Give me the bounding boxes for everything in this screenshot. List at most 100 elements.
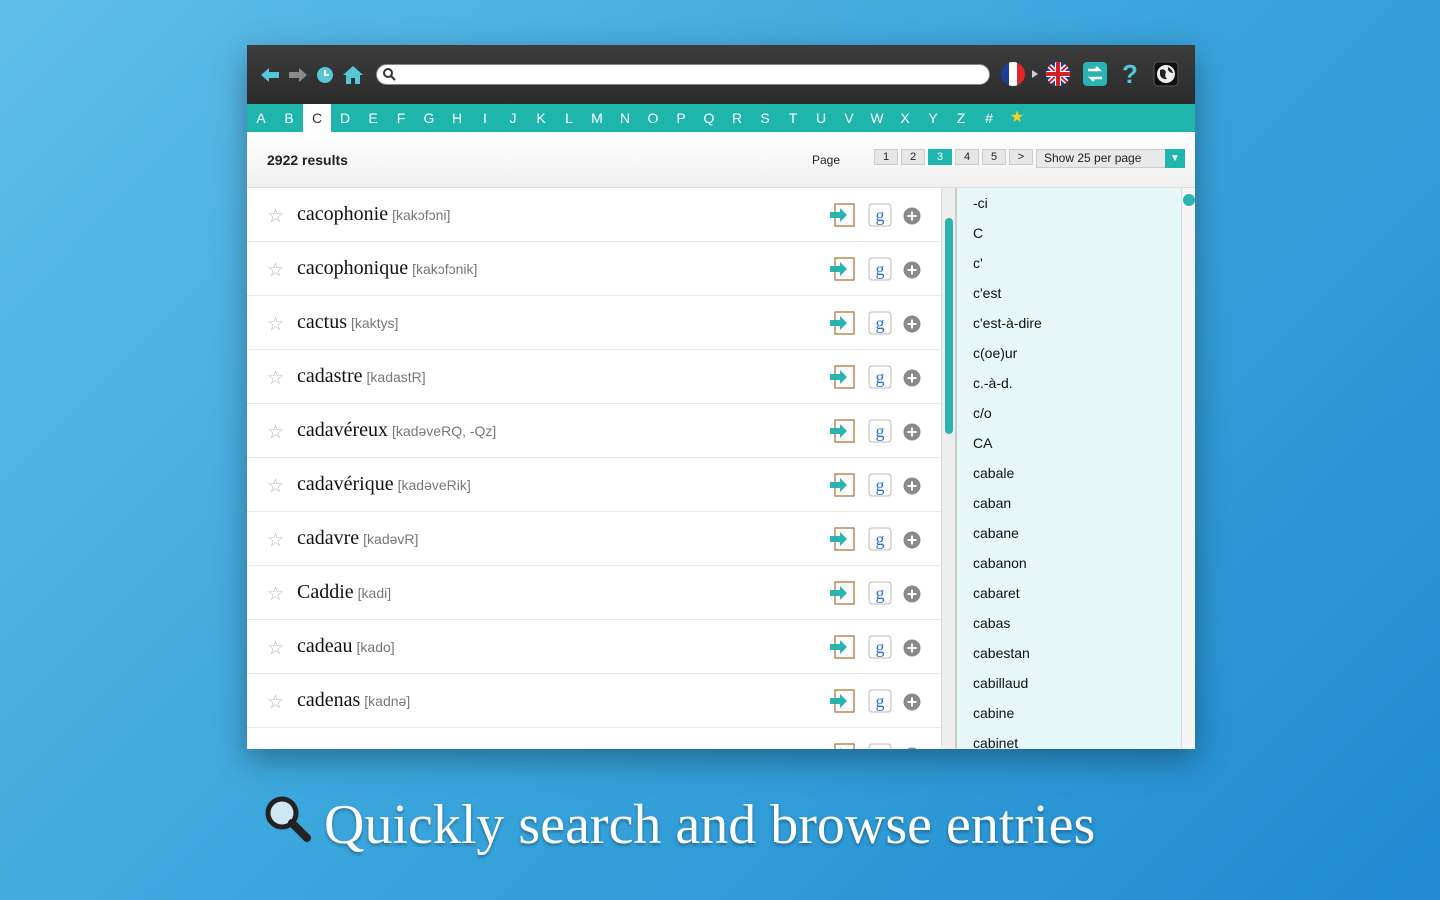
sidebar-item[interactable]: cabale bbox=[957, 458, 1181, 488]
add-icon[interactable] bbox=[903, 207, 921, 230]
page-button[interactable]: > bbox=[1009, 149, 1033, 165]
scrollbar-thumb[interactable] bbox=[945, 218, 953, 434]
swap-icon[interactable] bbox=[1081, 60, 1109, 88]
letter-tab[interactable]: Q bbox=[695, 104, 723, 132]
google-search-icon[interactable]: g bbox=[868, 257, 892, 286]
forward-arrow-icon[interactable] bbox=[287, 64, 309, 86]
open-entry-icon[interactable] bbox=[829, 527, 855, 556]
history-icon[interactable] bbox=[314, 64, 336, 86]
letter-tab[interactable]: S bbox=[751, 104, 779, 132]
open-entry-icon[interactable] bbox=[829, 689, 855, 718]
star-icon[interactable]: ☆ bbox=[267, 691, 284, 714]
chevron-down-icon[interactable]: ▼ bbox=[1165, 149, 1185, 168]
entry-list-scrollbar[interactable] bbox=[941, 188, 955, 749]
google-search-icon[interactable]: g bbox=[868, 635, 892, 664]
letter-tab[interactable]: Z bbox=[947, 104, 975, 132]
open-entry-icon[interactable] bbox=[829, 203, 855, 232]
open-entry-icon[interactable] bbox=[829, 311, 855, 340]
star-icon[interactable]: ☆ bbox=[267, 421, 284, 444]
french-flag-icon[interactable] bbox=[999, 60, 1027, 88]
open-entry-icon[interactable] bbox=[829, 257, 855, 286]
add-icon[interactable] bbox=[903, 747, 921, 749]
google-search-icon[interactable]: g bbox=[868, 743, 892, 749]
sidebar-item[interactable]: caban bbox=[957, 488, 1181, 518]
page-button[interactable]: 4 bbox=[955, 149, 979, 165]
sidebar-item[interactable]: cabine bbox=[957, 698, 1181, 728]
search-input[interactable] bbox=[401, 66, 981, 83]
letter-tab[interactable]: M bbox=[583, 104, 611, 132]
sidebar-item[interactable]: c(oe)ur bbox=[957, 338, 1181, 368]
sidebar-item[interactable]: cabestan bbox=[957, 638, 1181, 668]
add-icon[interactable] bbox=[903, 531, 921, 554]
star-icon[interactable]: ☆ bbox=[267, 529, 284, 552]
star-icon[interactable]: ☆ bbox=[267, 637, 284, 660]
google-search-icon[interactable]: g bbox=[868, 311, 892, 340]
sidebar-item[interactable]: c' bbox=[957, 248, 1181, 278]
letter-tab[interactable]: I bbox=[471, 104, 499, 132]
star-icon[interactable]: ☆ bbox=[267, 205, 284, 228]
letter-tab[interactable]: J bbox=[499, 104, 527, 132]
list-item[interactable]: ☆ cactus [kaktys] g bbox=[247, 296, 941, 350]
add-icon[interactable] bbox=[903, 315, 921, 338]
star-icon[interactable]: ☆ bbox=[267, 367, 284, 390]
list-item[interactable]: ☆ cadavérique [kadəveRik] g bbox=[247, 458, 941, 512]
per-page-select[interactable]: Show 25 per page ▼ bbox=[1036, 149, 1185, 168]
page-button[interactable]: 2 bbox=[901, 149, 925, 165]
help-icon[interactable]: ? bbox=[1117, 59, 1143, 89]
letter-tab[interactable]: F bbox=[387, 104, 415, 132]
sidebar-item[interactable]: c'est bbox=[957, 278, 1181, 308]
back-arrow-icon[interactable] bbox=[259, 64, 281, 86]
add-icon[interactable] bbox=[903, 585, 921, 608]
letter-tab[interactable]: T bbox=[779, 104, 807, 132]
sidebar-item[interactable]: CA bbox=[957, 428, 1181, 458]
star-icon[interactable]: ☆ bbox=[267, 745, 284, 749]
open-entry-icon[interactable] bbox=[829, 365, 855, 394]
favorites-star-icon[interactable]: ★ bbox=[1003, 104, 1031, 132]
list-item[interactable]: ☆ cadastre [kadastR] g bbox=[247, 350, 941, 404]
letter-tab[interactable]: W bbox=[863, 104, 891, 132]
letter-tab[interactable]: X bbox=[891, 104, 919, 132]
star-icon[interactable]: ☆ bbox=[267, 583, 284, 606]
page-button[interactable]: 1 bbox=[874, 149, 898, 165]
page-button[interactable]: 5 bbox=[982, 149, 1006, 165]
letter-tab[interactable]: G bbox=[415, 104, 443, 132]
list-item[interactable]: ☆ cadavre [kadəvR] g bbox=[247, 512, 941, 566]
sidebar-item[interactable]: cabaret bbox=[957, 578, 1181, 608]
google-search-icon[interactable]: g bbox=[868, 473, 892, 502]
add-icon[interactable] bbox=[903, 261, 921, 284]
sidebar-item[interactable]: C bbox=[957, 218, 1181, 248]
star-icon[interactable]: ☆ bbox=[267, 313, 284, 336]
list-item[interactable]: ☆ cadavéreux [kadəveRQ, -Qz] g bbox=[247, 404, 941, 458]
sidebar-item[interactable]: c/o bbox=[957, 398, 1181, 428]
letter-tab[interactable]: N bbox=[611, 104, 639, 132]
google-search-icon[interactable]: g bbox=[868, 419, 892, 448]
letter-tab[interactable]: L bbox=[555, 104, 583, 132]
sidebar-item[interactable]: cabanon bbox=[957, 548, 1181, 578]
list-item[interactable]: ☆ cadenas [kadnə] g bbox=[247, 674, 941, 728]
sidebar-item[interactable]: c.-à-d. bbox=[957, 368, 1181, 398]
add-icon[interactable] bbox=[903, 639, 921, 662]
sidebar-item[interactable]: c'est-à-dire bbox=[957, 308, 1181, 338]
letter-tab[interactable]: B bbox=[275, 104, 303, 132]
scrollbar-thumb[interactable] bbox=[1183, 194, 1195, 206]
letter-tab[interactable]: Y bbox=[919, 104, 947, 132]
sidebar-item[interactable]: -ci bbox=[957, 188, 1181, 218]
add-icon[interactable] bbox=[903, 423, 921, 446]
open-entry-icon[interactable] bbox=[829, 581, 855, 610]
letter-tab[interactable]: E bbox=[359, 104, 387, 132]
google-search-icon[interactable]: g bbox=[868, 581, 892, 610]
google-search-icon[interactable]: g bbox=[868, 365, 892, 394]
google-search-icon[interactable]: g bbox=[868, 527, 892, 556]
letter-tab[interactable]: D bbox=[331, 104, 359, 132]
home-icon[interactable] bbox=[342, 64, 364, 86]
letter-tab[interactable]: O bbox=[639, 104, 667, 132]
letter-tab[interactable]: R bbox=[723, 104, 751, 132]
google-search-icon[interactable]: g bbox=[868, 689, 892, 718]
open-entry-icon[interactable] bbox=[829, 743, 855, 749]
star-icon[interactable]: ☆ bbox=[267, 259, 284, 282]
list-item[interactable]: ☆ Caddie [kadi] g bbox=[247, 566, 941, 620]
uk-flag-icon[interactable] bbox=[1043, 60, 1073, 88]
letter-tab[interactable]: A bbox=[247, 104, 275, 132]
letter-tab[interactable]: # bbox=[975, 104, 1003, 132]
globe-icon[interactable] bbox=[1152, 60, 1180, 88]
